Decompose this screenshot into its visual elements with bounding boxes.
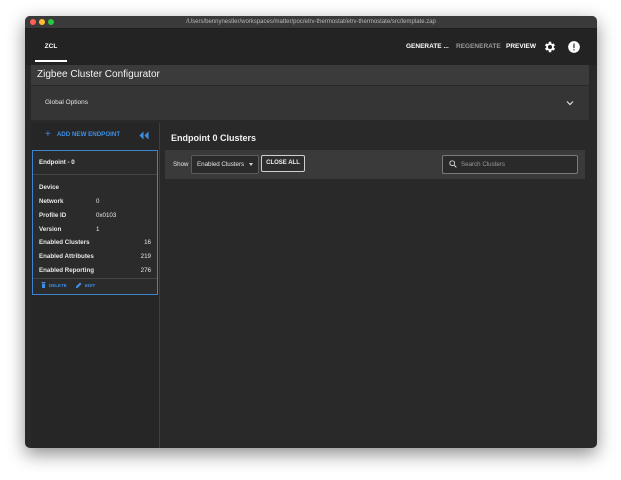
endpoint-row-version: Version 1 [39, 226, 151, 234]
pencil-icon [76, 282, 82, 288]
endpoint-sidebar: + ADD NEW ENDPOINT Endpoint - 0 Device Ne… [31, 123, 160, 448]
delete-endpoint-button[interactable]: DELETE [41, 282, 67, 290]
app-header: Zigbee Cluster Configurator [31, 65, 589, 85]
dropdown-arrow-icon [249, 163, 253, 166]
regenerate-button[interactable]: REGENERATE [456, 42, 501, 52]
add-endpoint-label: ADD NEW ENDPOINT [56, 131, 121, 138]
edit-endpoint-button[interactable]: EDIT [76, 282, 95, 290]
global-options-expander[interactable]: Global Options [31, 86, 589, 120]
endpoint-row-enabled-clusters: Enabled Clusters 16 [39, 239, 151, 247]
endpoint-row-profile-id: Profile ID 0x0103 [39, 212, 151, 220]
cluster-filter-value: Enabled Clusters [197, 161, 245, 168]
search-input[interactable] [461, 159, 571, 170]
divider [33, 278, 157, 279]
generate-button[interactable]: GENERATE ... [406, 42, 449, 52]
row-value: 1 [96, 226, 100, 233]
row-label: Device [39, 184, 59, 191]
divider [33, 174, 157, 175]
row-label: Version [39, 226, 62, 233]
preview-button[interactable]: PREVIEW [506, 42, 536, 52]
row-label: Profile ID [39, 212, 67, 219]
cluster-filter-bar: Show Enabled Clusters CLOSE ALL [165, 150, 585, 179]
row-value: 219 [140, 253, 151, 260]
tab-zcl[interactable]: ZCL [35, 40, 67, 62]
global-options-label: Global Options [45, 99, 88, 106]
endpoint-row-enabled-attributes: Enabled Attributes 219 [39, 253, 151, 261]
plus-icon: + [45, 129, 51, 140]
info-icon[interactable] [567, 40, 581, 54]
tab-zcl-label: ZCL [44, 43, 58, 50]
window-title: /Users/bennynestler/workspaces/matter/po… [186, 19, 436, 25]
endpoint-row-device: Device [39, 184, 151, 192]
row-label: Enabled Attributes [39, 253, 94, 260]
row-label: Network [39, 198, 64, 205]
row-label: Enabled Reporting [39, 267, 95, 274]
row-value: 0 [96, 198, 100, 205]
search-clusters-field[interactable] [442, 155, 578, 174]
page-title: Zigbee Cluster Configurator [37, 69, 160, 80]
row-value: 276 [140, 267, 151, 274]
double-chevron-left-icon[interactable] [139, 131, 149, 140]
active-tab-indicator [35, 60, 67, 62]
row-label: Enabled Clusters [39, 239, 90, 246]
search-icon [449, 160, 457, 168]
show-label: Show [173, 161, 189, 168]
endpoint-row-network: Network 0 [39, 198, 151, 206]
top-toolbar: ZCL GENERATE ... REGENERATE PREVIEW [25, 29, 597, 65]
endpoint-card[interactable]: Endpoint - 0 Device Network 0 Profile ID… [32, 150, 158, 295]
endpoint-name: Endpoint - 0 [39, 159, 75, 166]
cluster-filter-select[interactable]: Enabled Clusters [191, 155, 259, 174]
close-all-button[interactable]: CLOSE ALL [261, 155, 305, 172]
app-window: /Users/bennynestler/workspaces/matter/po… [25, 16, 597, 448]
row-value: 0x0103 [96, 212, 117, 219]
delete-label: DELETE [49, 283, 67, 288]
edit-label: EDIT [85, 283, 96, 288]
row-value: 16 [144, 239, 151, 246]
add-endpoint-button[interactable]: + ADD NEW ENDPOINT [45, 129, 120, 141]
gear-icon[interactable] [543, 40, 557, 54]
trash-icon [41, 282, 46, 288]
endpoint-row-enabled-reporting: Enabled Reporting 276 [39, 267, 151, 275]
clusters-title: Endpoint 0 Clusters [171, 133, 257, 143]
chevron-down-icon [566, 101, 574, 106]
window-titlebar: /Users/bennynestler/workspaces/matter/po… [25, 16, 597, 29]
